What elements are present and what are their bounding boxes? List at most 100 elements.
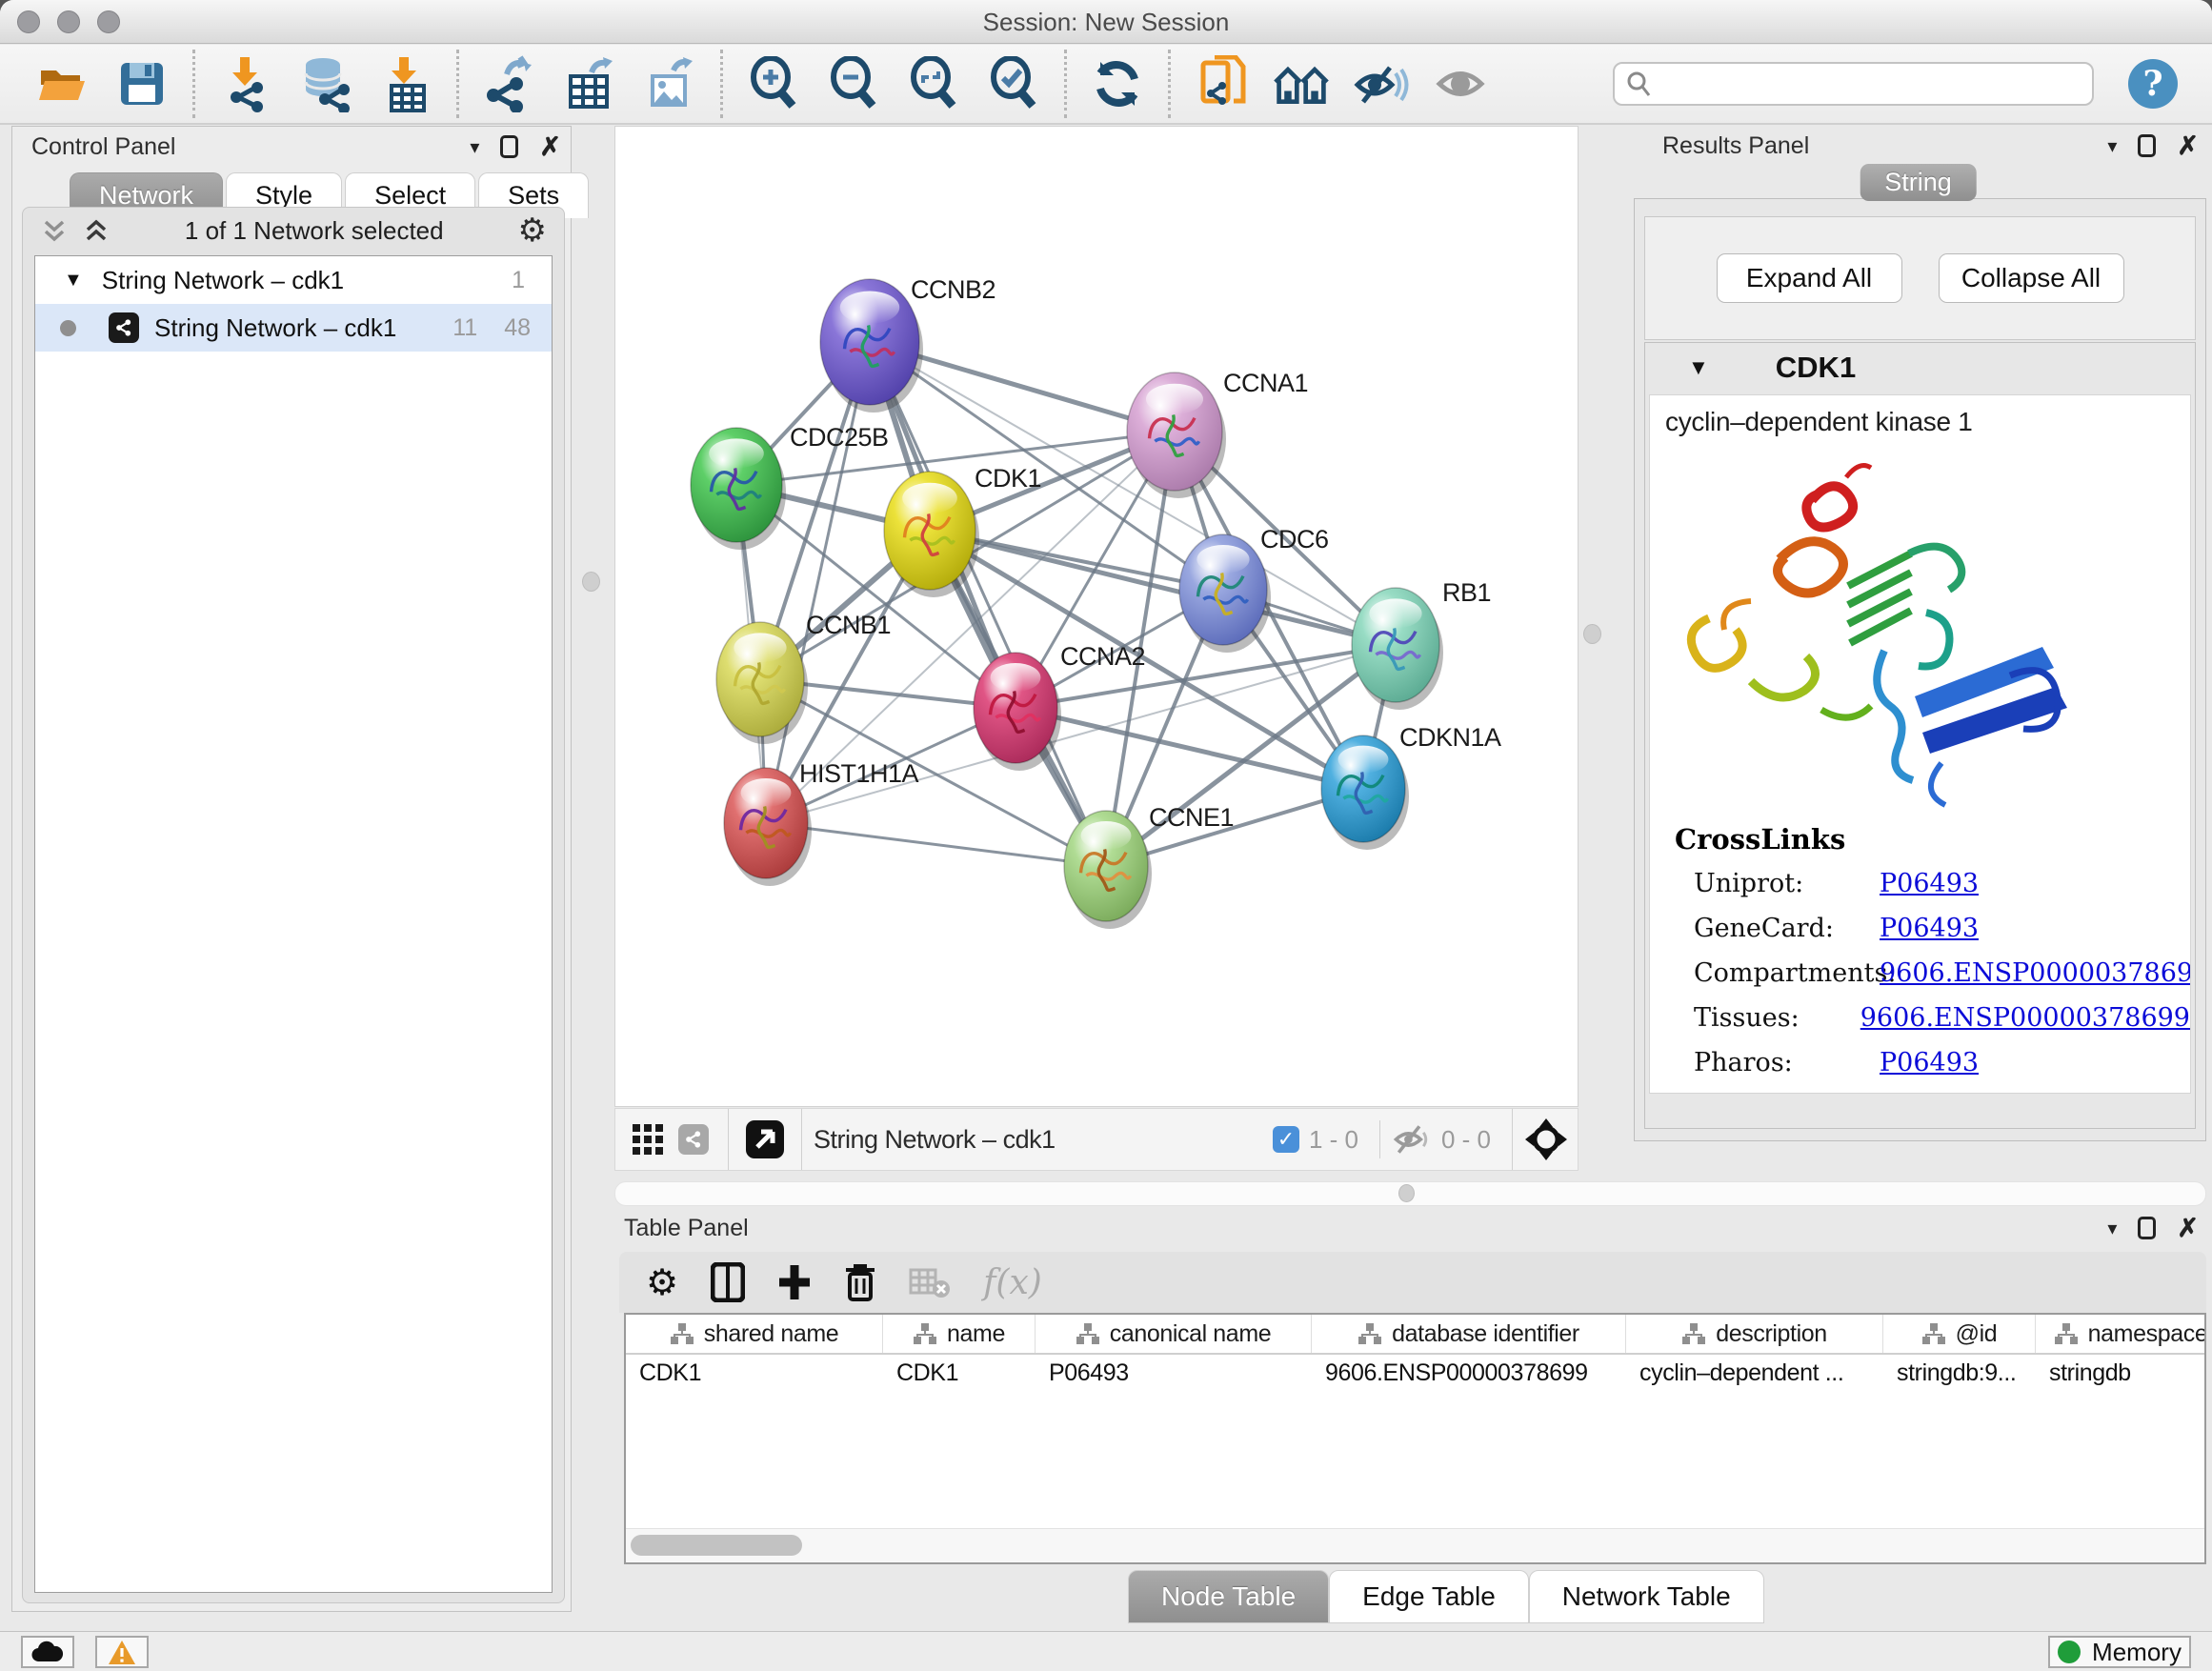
panel-float-icon[interactable] [2138,1217,2156,1239]
table-cell[interactable]: cyclin–dependent ... [1626,1355,1883,1391]
crosslink-link[interactable]: 9606.ENSP00000378699 [1880,958,2191,988]
show-columns-icon[interactable] [711,1262,745,1302]
warnings-button[interactable] [95,1636,149,1668]
table-cell[interactable]: P06493 [1036,1355,1312,1391]
apply-layout-button[interactable] [1090,56,1145,111]
table-cell[interactable]: stringdb:9... [1883,1355,2036,1391]
expand-all-button[interactable]: Expand All [1717,253,1902,303]
table-cell[interactable]: CDK1 [626,1355,883,1391]
crosslink-row: Tissues:9606.ENSP00000378699 [1650,996,2190,1040]
detach-view-button[interactable] [740,1117,790,1162]
add-column-icon[interactable] [777,1263,812,1301]
zoom-fit-button[interactable] [906,56,961,111]
node-CCNB2[interactable] [820,279,923,413]
table-cell[interactable]: 9606.ENSP00000378699 [1312,1355,1626,1391]
table-row[interactable]: CDK1CDK1P064939606.ENSP00000378699cyclin… [626,1355,2204,1391]
node-CDKN1A[interactable] [1321,735,1409,850]
open-session-button[interactable] [34,56,90,111]
node-CDK1[interactable] [884,472,979,597]
export-table-button[interactable] [562,56,617,111]
show-results-button[interactable] [1434,56,1489,111]
memory-button[interactable]: Memory [2048,1636,2191,1668]
network-graph[interactable]: CCNB2CCNA1CDC25BCDK1CDC6RB1CCNB1CCNA2CDK… [615,127,1578,1106]
view-grid-button[interactable] [625,1117,671,1162]
import-network-file-button[interactable] [218,56,273,111]
table-options-gear-icon[interactable]: ⚙ [646,1261,678,1303]
delete-column-icon[interactable] [844,1262,876,1302]
panel-float-icon[interactable] [2138,134,2156,157]
collapse-all-button[interactable]: Collapse All [1939,253,2124,303]
node-CCNA2[interactable] [974,653,1061,771]
panel-menu-icon[interactable]: ▾ [2107,134,2117,158]
entry-header[interactable]: ▼ CDK1 [1645,343,2195,393]
column-header-shared-name[interactable]: shared name [626,1315,883,1353]
collapse-all-icon[interactable] [40,216,69,245]
crosslink-link[interactable]: P06493 [1880,1048,1979,1077]
panel-menu-icon[interactable]: ▾ [2107,1217,2117,1240]
node-CCNE1[interactable] [1064,811,1152,929]
node-CDC6[interactable] [1179,534,1271,653]
scrollbar-thumb[interactable] [631,1535,802,1556]
table-cell[interactable]: CDK1 [883,1355,1036,1391]
network-view[interactable]: CCNB2CCNA1CDC25BCDK1CDC6RB1CCNB1CCNA2CDK… [614,126,1579,1107]
view-share-button[interactable] [671,1117,716,1162]
panel-float-icon[interactable] [500,135,518,158]
node-CCNB1[interactable] [716,622,808,744]
open-folder-icon [35,57,89,111]
crosslink-link[interactable]: 9606.ENSP00000378699 [1860,1003,2190,1033]
selected-checkbox-icon[interactable]: ✓ [1273,1126,1299,1153]
search-input[interactable] [1659,70,2081,97]
crosslink-link[interactable]: P06493 [1880,869,1979,898]
hide-results-button[interactable] [1354,56,1409,111]
column-type-icon [913,1322,937,1345]
edge-CCNB2-HIST1H1A[interactable] [766,342,870,823]
string-home-button[interactable] [1274,56,1329,111]
column-header-canonical-name[interactable]: canonical name [1036,1315,1312,1353]
tab-node-table[interactable]: Node Table [1128,1570,1329,1623]
panel-menu-icon[interactable]: ▾ [470,135,479,159]
column-header-@id[interactable]: @id [1883,1315,2036,1353]
help-button[interactable]: ? [2128,59,2178,109]
import-table-button[interactable] [378,56,433,111]
column-header-namespace[interactable]: namespace [2036,1315,2206,1353]
left-splitter-handle[interactable] [582,572,600,592]
column-header-description[interactable]: description [1626,1315,1883,1353]
clone-network-button[interactable] [1194,56,1249,111]
node-RB1[interactable] [1352,588,1443,710]
expand-all-icon[interactable] [82,216,111,245]
grid-icon [632,1123,664,1156]
panel-close-icon[interactable]: ✗ [2177,133,2199,159]
edge-CCNA2-CDKN1A[interactable] [1016,708,1363,789]
network-row[interactable]: String Network – cdk1 11 48 [35,304,552,352]
export-network-button[interactable] [482,56,537,111]
horizontal-scrollbar[interactable] [626,1528,2204,1562]
panel-close-icon[interactable]: ✗ [2177,1216,2199,1241]
save-session-button[interactable] [114,56,170,111]
network-options-gear-icon[interactable]: ⚙ [518,211,547,250]
disclosure-triangle-icon[interactable]: ▼ [1688,355,1709,380]
edge-HIST1H1A-CCNE1[interactable] [766,823,1106,866]
tab-edge-table[interactable]: Edge Table [1329,1570,1529,1623]
cloud-status-button[interactable] [21,1636,74,1668]
crosslink-link[interactable]: P06493 [1880,914,1979,943]
zoom-selected-button[interactable] [986,56,1041,111]
table-cell[interactable]: stringdb [2036,1355,2206,1391]
node-CCNA1[interactable] [1127,372,1226,498]
toolbar-search[interactable] [1613,62,2094,106]
toolbar-separator [1512,1109,1513,1170]
import-network-database-button[interactable] [298,56,353,111]
tab-string[interactable]: String [1860,164,1977,201]
tab-network-table[interactable]: Network Table [1529,1570,1764,1623]
table-body: CDK1CDK1P064939606.ENSP00000378699cyclin… [626,1355,2204,1391]
export-image-button[interactable] [642,56,697,111]
zoom-out-button[interactable] [826,56,881,111]
right-splitter-handle[interactable] [1583,624,1601,644]
splitter-handle[interactable] [1398,1184,1415,1202]
column-header-database-identifier[interactable]: database identifier [1312,1315,1626,1353]
column-header-name[interactable]: name [883,1315,1036,1353]
network-collection-row[interactable]: ▼ String Network – cdk1 1 [35,256,552,304]
birds-eye-toggle-icon[interactable] [1524,1117,1568,1161]
disclosure-triangle-icon[interactable]: ▼ [64,270,83,292]
panel-close-icon[interactable]: ✗ [539,134,561,160]
zoom-in-button[interactable] [746,56,801,111]
